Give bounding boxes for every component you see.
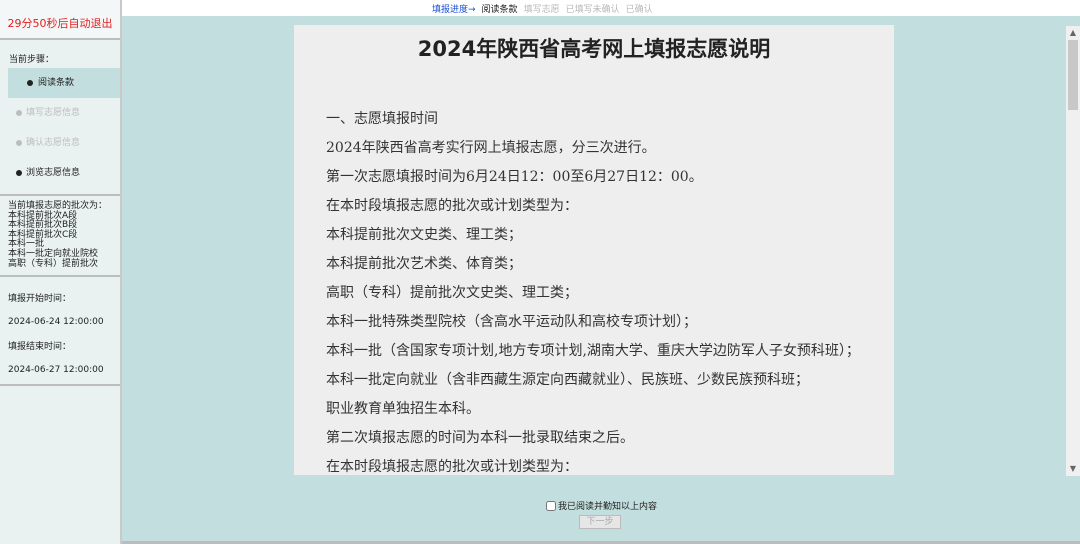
auto-logout-timer: 29分50秒后自动退出 (0, 0, 120, 40)
doc-paragraph: 高职（专科）提前批次文史类、理工类； (326, 285, 578, 301)
agree-checkbox-row[interactable]: 我已阅读并勤知以上内容 (546, 499, 657, 512)
sidebar: 29分50秒后自动退出 当前步骤： 阅读条款 填写志愿信息 确认志愿信息 浏览志… (0, 0, 122, 544)
instructions-document[interactable]: 2024年陕西省高考网上填报志愿说明 一、志愿填报时间 2024年陕西省高考实行… (294, 25, 894, 475)
doc-paragraph: 本科提前批次文史类、理工类； (326, 227, 522, 243)
batch-item: 高职（专科）提前批次 (8, 258, 99, 269)
document-scrollbar[interactable]: ▲ ▼ (1066, 26, 1080, 476)
bullet-icon (16, 140, 22, 146)
progress-step-confirmed: 已确认 (625, 5, 653, 15)
doc-paragraph: 本科一批定向就业（含非西藏生源定向西藏就业）、民族班、少数民族预科班； (326, 372, 809, 388)
nav-item-fill-choices[interactable]: 填写志愿信息 (0, 98, 120, 128)
doc-paragraph: 本科提前批次艺术类、体育类； (326, 256, 522, 272)
doc-paragraph: 在本时段填报志愿的批次或计划类型为： (326, 459, 578, 475)
start-time-label: 填报开始时间： (8, 294, 72, 305)
nav-item-browse-choices[interactable]: 浏览志愿信息 (0, 158, 120, 188)
progress-steps: 填报进度→ 阅读条款 填写志愿 已填写未确认 已确认 (432, 2, 653, 15)
progress-bar: 填报进度→ 阅读条款 填写志愿 已填写未确认 已确认 (122, 0, 1080, 16)
start-time-value: 2024-06-24 12:00:00 (8, 317, 104, 328)
scroll-thumb[interactable] (1068, 40, 1078, 110)
agree-checkbox[interactable] (546, 500, 556, 511)
nav-item-label: 浏览志愿信息 (26, 168, 81, 178)
bullet-icon (16, 110, 22, 116)
progress-label: 填报进度→ (432, 5, 476, 15)
doc-paragraph: 本科一批特殊类型院校（含高水平运动队和高校专项计划）； (326, 314, 697, 330)
doc-paragraph: 2024年陕西省高考实行网上填报志愿，分三次进行。 (326, 140, 656, 156)
document-body: 一、志愿填报时间 2024年陕西省高考实行网上填报志愿，分三次进行。 第一次志愿… (294, 105, 894, 475)
nav-item-label: 确认志愿信息 (26, 138, 81, 148)
bullet-icon (16, 170, 22, 176)
agree-label: 我已阅读并勤知以上内容 (558, 502, 658, 512)
progress-step-unconfirmed: 已填写未确认 (565, 5, 620, 15)
document-title: 2024年陕西省高考网上填报志愿说明 (417, 37, 771, 61)
end-time-label: 填报结束时间： (8, 342, 72, 353)
progress-step-read-terms: 阅读条款 (481, 5, 518, 15)
bullet-icon (27, 80, 33, 86)
step-nav: 阅读条款 填写志愿信息 确认志愿信息 浏览志愿信息 (0, 68, 120, 188)
current-step-label: 当前步骤： (9, 55, 55, 65)
doc-paragraph: 第二次填报志愿的时间为本科一批录取结束之后。 (326, 430, 634, 446)
doc-paragraph: 职业教育单独招生本科。 (326, 401, 480, 417)
doc-paragraph: 在本时段填报志愿的批次或计划类型为： (326, 198, 578, 214)
next-step-button[interactable]: 下一步 (579, 515, 621, 529)
batch-list: 当前填报志愿的批次为： 本科提前批次A段 本科提前批次B段 本科提前批次C段 本… (0, 196, 120, 269)
nav-item-label: 填写志愿信息 (26, 108, 81, 118)
end-time-value: 2024-06-27 12:00:00 (8, 365, 104, 376)
doc-paragraph: 一、志愿填报时间 (326, 111, 438, 127)
progress-step-fill: 填写志愿 (523, 5, 560, 15)
doc-paragraph: 第一次志愿填报时间为6月24日12：00至6月27日12：00。 (326, 169, 703, 185)
doc-paragraph: 本科一批（含国家专项计划,地方专项计划,湖南大学、重庆大学边防军人子女预科班）； (326, 343, 860, 359)
scroll-down-arrow-icon[interactable]: ▼ (1066, 462, 1080, 476)
nav-item-label: 阅读条款 (38, 78, 75, 88)
nav-item-read-terms[interactable]: 阅读条款 (8, 68, 120, 98)
divider (0, 384, 120, 387)
scroll-up-arrow-icon[interactable]: ▲ (1066, 26, 1080, 40)
nav-item-confirm-choices[interactable]: 确认志愿信息 (0, 128, 120, 158)
